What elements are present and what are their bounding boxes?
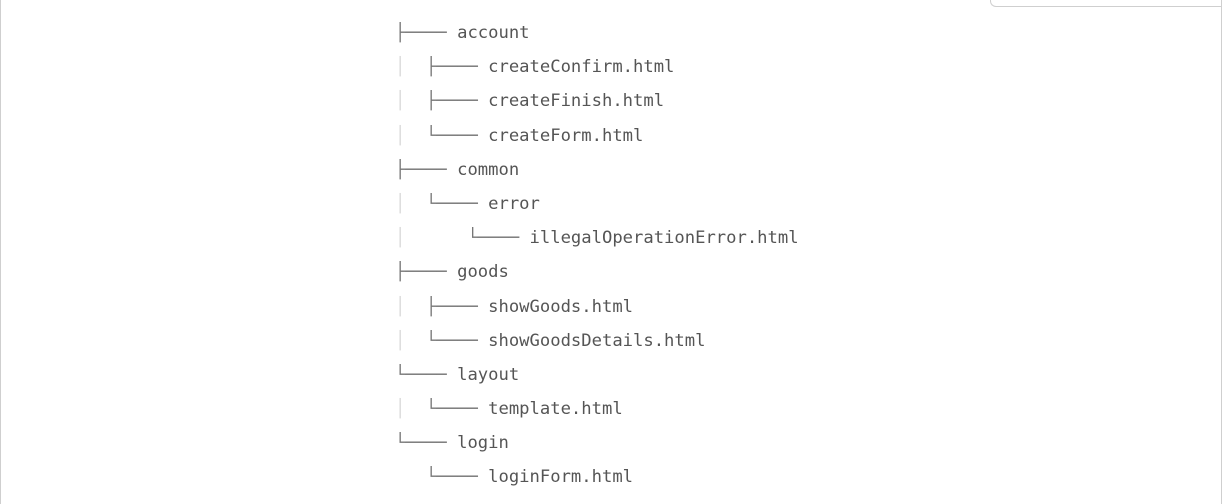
tree-line: ├──── goods [395,255,799,289]
tree-item-name: createForm.html [488,125,644,146]
tree-line: ├──── account [395,16,799,50]
tree-item-name: showGoods.html [488,296,634,317]
tree-line: │ └──── illegalOperationError.html [395,221,799,255]
tree-item-name: loginForm.html [488,467,634,488]
tree-item-name: layout [457,364,520,385]
tree-connector: └──── [426,125,489,146]
tree-line: │ └──── createForm.html [395,119,799,153]
tree-line: │ └──── template.html [395,392,799,426]
tree-connector: ├──── [395,262,458,283]
tree-connector: └──── [395,433,458,454]
tree-item-name: showGoodsDetails.html [488,330,706,351]
code-block: ├──── account │ ├──── createConfirm.html… [0,0,1222,504]
tree-guide: │ [395,193,427,214]
tree-connector: └──── [426,193,489,214]
tree-connector: ├──── [395,23,458,43]
tree-guide: │ [395,91,427,112]
tree-guide: │ [395,125,427,146]
tree-line: │ ├──── createFinish.html [395,84,799,118]
tree-item-name: error [488,193,540,214]
tree-connector: └──── [426,330,489,351]
tree-line: │ └──── error [395,187,799,221]
tree-connector: ├──── [426,91,489,112]
tree-connector: └──── [467,228,530,249]
tree-line: │ ├──── showGoods.html [395,290,799,324]
tree-line: ├──── common [395,153,799,187]
tree-connector: ├──── [426,57,489,78]
tree-item-name: createConfirm.html [488,57,675,78]
tree-item-name: goods [457,262,509,283]
tree-item-name: common [457,159,520,180]
tree-line: └──── layout [395,358,799,392]
tree-item-name: login [457,433,509,454]
tree-item-name: createFinish.html [488,91,665,112]
directory-tree: ├──── account │ ├──── createConfirm.html… [395,16,799,495]
tree-guide: │ [395,399,427,420]
tree-item-name: template.html [488,399,623,420]
tree-connector: └──── [426,399,489,420]
tree-connector: └──── [426,467,489,488]
tree-line: └──── loginForm.html [395,460,799,494]
tree-item-name: illegalOperationError.html [529,228,799,249]
tree-connector: ├──── [426,296,489,317]
tree-line: │ └──── showGoodsDetails.html [395,324,799,358]
tree-connector: └──── [395,364,458,385]
tree-line: └──── login [395,426,799,460]
code-block-corner [990,0,1221,7]
tree-guide: │ [395,57,427,78]
tree-item-name: account [457,23,530,43]
tree-guide: │ [395,296,427,317]
tree-guide [395,467,426,487]
tree-guide: │ [395,330,427,351]
tree-line: │ ├──── createConfirm.html [395,50,799,84]
tree-connector: ├──── [395,159,458,180]
tree-guide: │ [395,228,468,249]
